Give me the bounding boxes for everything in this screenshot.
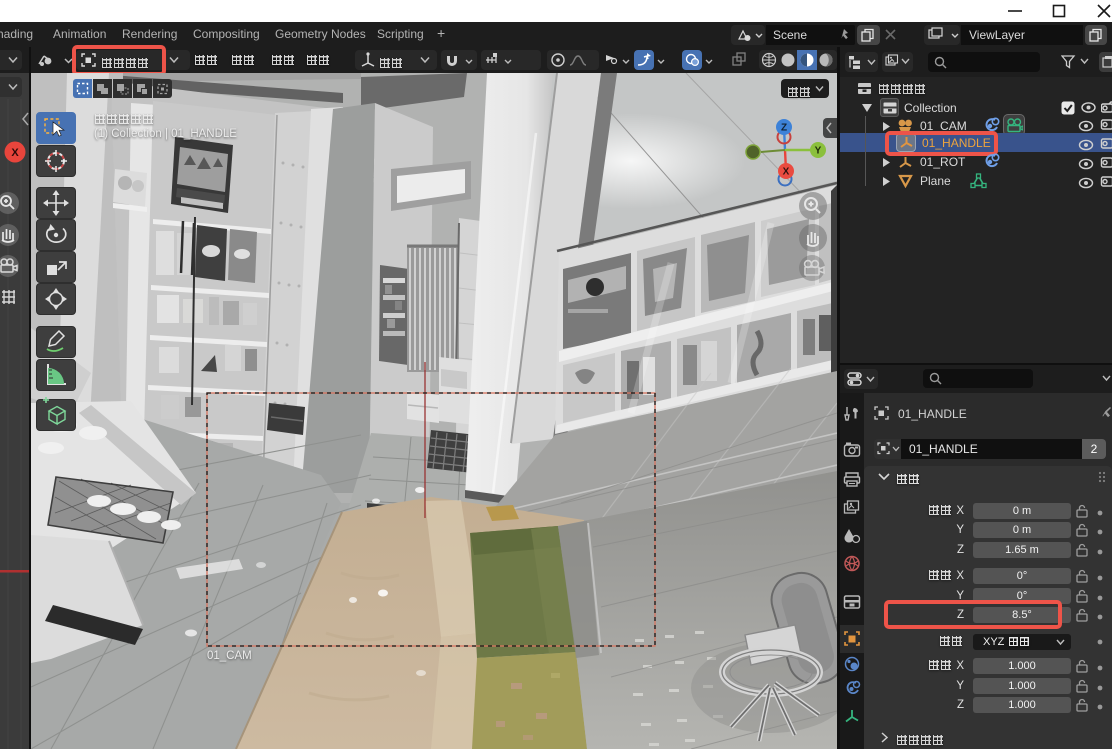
svg-text:X: X	[783, 167, 790, 178]
svg-text:Z: Z	[781, 123, 787, 134]
svg-text:X: X	[11, 147, 19, 159]
svg-text:Y: Y	[815, 146, 822, 157]
